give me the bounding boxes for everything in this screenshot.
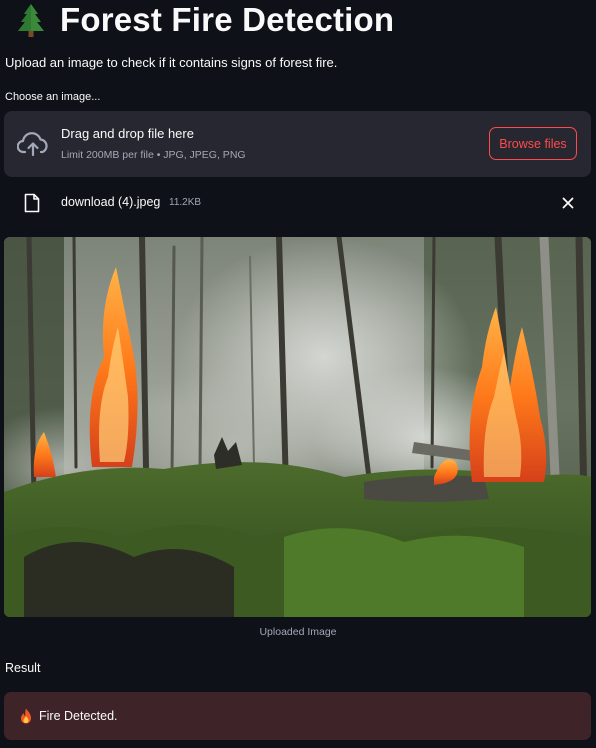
dropzone-limit-text: Limit 200MB per file • JPG, JPEG, PNG — [61, 149, 246, 161]
file-dropzone[interactable]: Drag and drop file here Limit 200MB per … — [4, 111, 591, 177]
result-alert: Fire Detected. — [4, 692, 591, 740]
uploaded-file-size: 11.2KB — [169, 197, 202, 208]
uploader-label: Choose an image... — [5, 91, 101, 103]
tree-icon — [18, 4, 44, 37]
page-subtitle: Upload an image to check if it contains … — [5, 55, 338, 70]
result-message: Fire Detected. — [39, 709, 118, 723]
result-label: Result — [5, 661, 41, 675]
uploaded-image — [4, 237, 591, 617]
uploaded-file-name: download (4).jpeg — [61, 195, 161, 209]
cloud-upload-icon — [17, 132, 48, 157]
forest-fire-photo — [4, 237, 591, 617]
file-icon — [24, 193, 40, 213]
page-title: Forest Fire Detection — [60, 1, 395, 38]
close-icon — [562, 197, 574, 209]
uploaded-file-row: download (4).jpeg 11.2KB — [4, 186, 591, 220]
remove-file-button[interactable] — [559, 194, 577, 212]
image-caption: Uploaded Image — [259, 626, 337, 638]
page-header: Forest Fire Detection — [16, 0, 394, 40]
fire-icon — [21, 708, 31, 724]
browse-files-button[interactable]: Browse files — [489, 127, 577, 160]
dropzone-title: Drag and drop file here — [61, 126, 194, 141]
app-root: Forest Fire Detection Upload an image to… — [0, 0, 596, 748]
